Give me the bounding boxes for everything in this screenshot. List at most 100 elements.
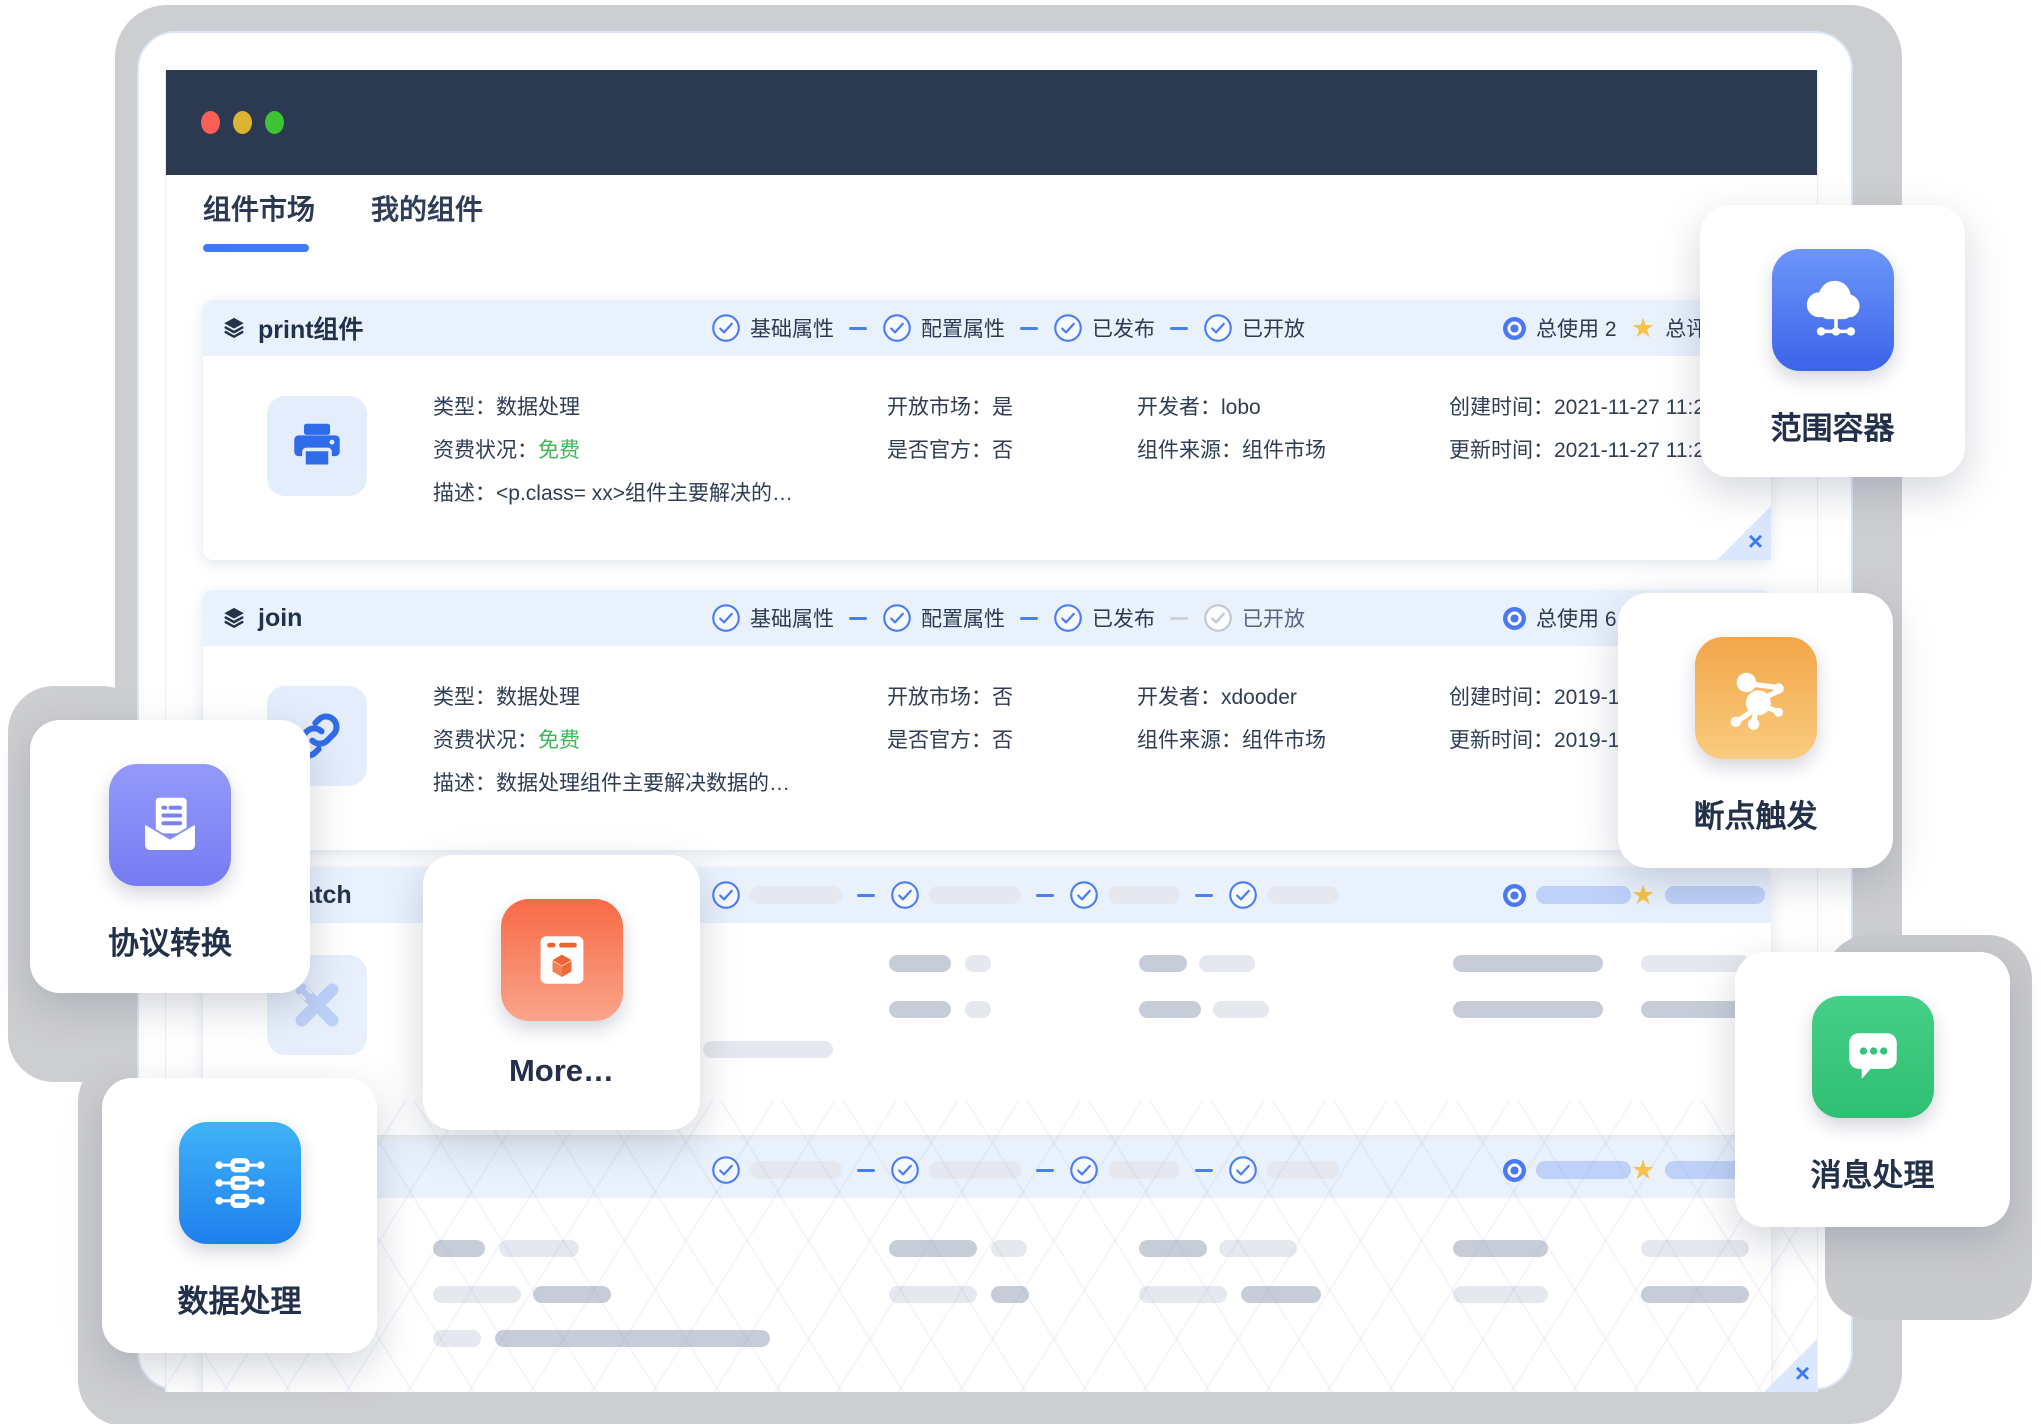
- tab-component-market-label: 组件市场: [203, 188, 315, 228]
- check-circle-icon: [1053, 603, 1083, 633]
- usage-count: 总使用 6: [1536, 603, 1617, 633]
- step-published: 已发布: [1092, 603, 1155, 633]
- skeleton-pill: [499, 1240, 579, 1257]
- step-opened: 已开放: [1242, 603, 1305, 633]
- usage-badge: 总使用 6: [1503, 590, 1617, 646]
- floating-chip-protocol-conversion[interactable]: 协议转换: [30, 720, 310, 993]
- close-traffic-light[interactable]: [201, 111, 220, 134]
- skeleton-pill: [889, 1240, 977, 1257]
- step-connector: [1036, 894, 1054, 897]
- check-circle-icon: [711, 880, 741, 910]
- skeleton-pill: [703, 1041, 833, 1058]
- skeleton-pill: [1641, 1286, 1749, 1303]
- card-dismiss-corner[interactable]: ×: [1717, 506, 1771, 560]
- step-connector: [1195, 894, 1213, 897]
- star-icon: ★: [1631, 882, 1655, 909]
- active-tab-underline: [203, 244, 309, 252]
- component-card-join[interactable]: join 基础属性 配置属性 已发布 已开放 总使用: [203, 590, 1771, 850]
- skeleton-pill: [1108, 886, 1180, 904]
- skeleton-pill: [1219, 1240, 1297, 1257]
- skeleton-pill: [929, 1161, 1021, 1179]
- main-tabs: 组件市场 我的组件: [203, 188, 483, 252]
- window-dismiss-corner[interactable]: ×: [1764, 1338, 1818, 1392]
- floating-chip-breakpoint-trigger[interactable]: 断点触发: [1618, 593, 1893, 868]
- skeleton-pill: [495, 1330, 770, 1347]
- field-official-label: 是否官方：: [887, 439, 992, 462]
- skeleton-pill: [1241, 1286, 1321, 1303]
- check-circle-icon: [1069, 1155, 1099, 1185]
- field-developer-label: 开发者：: [1137, 396, 1221, 419]
- check-circle-icon: [882, 603, 912, 633]
- tab-component-market[interactable]: 组件市场: [203, 188, 315, 252]
- molecule-icon: [1695, 637, 1817, 759]
- field-desc-value: 数据处理组件主要解决数据的…: [496, 772, 790, 795]
- maximize-traffic-light[interactable]: [265, 111, 284, 134]
- step-connector: [849, 617, 867, 620]
- field-type-label: 类型：: [433, 396, 496, 419]
- field-type-value: 数据处理: [496, 396, 580, 419]
- check-circle-icon: [890, 880, 920, 910]
- floating-chip-message-processing[interactable]: 消息处理: [1735, 952, 2010, 1227]
- step-basic-props: 基础属性: [750, 603, 834, 633]
- step-connector: [1170, 327, 1188, 330]
- step-config-props: 配置属性: [921, 313, 1005, 343]
- status-steps-skeleton: [711, 1142, 1339, 1198]
- field-open-label: 开放市场：: [887, 396, 992, 419]
- data-mapping-icon: [179, 1122, 301, 1244]
- field-open-label: 开放市场：: [887, 686, 992, 709]
- check-circle-icon: [711, 1155, 741, 1185]
- check-circle-icon: [1053, 313, 1083, 343]
- step-connector: [1020, 617, 1038, 620]
- status-steps-skeleton: [711, 867, 1339, 923]
- browser-cube-icon: [501, 899, 623, 1021]
- eye-icon: [1503, 884, 1526, 907]
- component-card-print[interactable]: print组件 基础属性 配置属性 已发布 已开放: [203, 300, 1771, 560]
- chip-label: 消息处理: [1811, 1150, 1935, 1195]
- card-header: ★: [203, 1142, 1771, 1198]
- floating-chip-more[interactable]: More…: [423, 855, 700, 1130]
- step-connector: [1195, 1169, 1213, 1172]
- layers-icon: [221, 315, 247, 341]
- card-header: print组件 基础属性 配置属性 已发布 已开放: [203, 300, 1771, 356]
- skeleton-pill: [1139, 955, 1187, 972]
- window-titlebar: [166, 70, 1817, 175]
- field-created-label: 创建时间：: [1449, 686, 1554, 709]
- field-desc-label: 描述：: [433, 482, 496, 505]
- skeleton-pill: [1641, 955, 1749, 972]
- step-basic-props: 基础属性: [750, 313, 834, 343]
- floating-chip-range-container[interactable]: 范围容器: [1700, 205, 1965, 477]
- skeleton-pill: [433, 1240, 485, 1257]
- check-circle-icon: [1069, 880, 1099, 910]
- field-developer-value: lobo: [1221, 396, 1261, 419]
- skeleton-pill: [1213, 1001, 1269, 1018]
- floating-chip-data-processing[interactable]: 数据处理: [102, 1078, 377, 1353]
- field-open-value: 是: [992, 396, 1013, 419]
- field-source-label: 组件来源：: [1137, 439, 1242, 462]
- skeleton-pill: [889, 1001, 951, 1018]
- card-header: join 基础属性 配置属性 已发布 已开放 总使用: [203, 590, 1771, 646]
- tab-my-components[interactable]: 我的组件: [371, 188, 483, 252]
- field-updated-value: 2021-11-27 11:2: [1554, 439, 1705, 462]
- eye-icon: [1503, 607, 1526, 630]
- usage-badge: 总使用 2: [1503, 300, 1617, 356]
- step-connector: [1170, 617, 1188, 620]
- field-fee-label: 资费状况：: [433, 729, 538, 752]
- chat-dots-icon: [1812, 996, 1934, 1118]
- field-updated-label: 更新时间：: [1449, 439, 1554, 462]
- check-circle-icon: [711, 603, 741, 633]
- skeleton-pill: [1267, 1161, 1339, 1179]
- skeleton-pill: [1453, 955, 1603, 972]
- field-open-value: 否: [992, 686, 1013, 709]
- step-connector: [1020, 327, 1038, 330]
- eye-icon: [1503, 317, 1526, 340]
- check-circle-icon: [882, 313, 912, 343]
- minimize-traffic-light[interactable]: [233, 111, 252, 134]
- component-card-skeleton[interactable]: ★: [203, 1142, 1771, 1392]
- check-circle-icon: [890, 1155, 920, 1185]
- rating-badge-skeleton: ★: [1631, 867, 1765, 923]
- eye-icon: [1503, 1159, 1526, 1182]
- skeleton-pill: [1267, 886, 1339, 904]
- step-connector: [857, 1169, 875, 1172]
- skeleton-pill: [1453, 1286, 1548, 1303]
- skeleton-pill: [1641, 1240, 1749, 1257]
